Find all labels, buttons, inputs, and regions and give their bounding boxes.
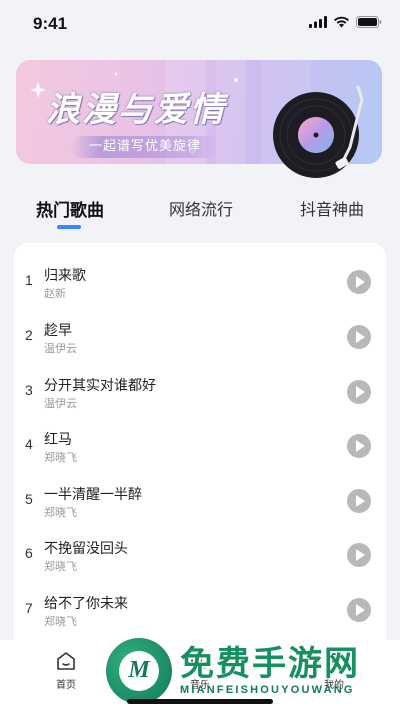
wifi-icon [334,16,349,28]
status-bar: 9:41 [0,0,400,48]
play-icon[interactable] [347,489,371,513]
song-artist: 郑晓飞 [44,560,77,573]
tab-online-trending[interactable]: 网络流行 [169,196,233,220]
song-item[interactable]: 5 一半清醒一半醉 郑晓飞 [14,470,386,524]
play-icon[interactable] [347,380,371,404]
status-time: 9:41 [33,14,68,33]
song-artist: 温伊云 [44,397,77,410]
play-icon[interactable] [347,434,371,458]
home-indicator [127,699,273,704]
song-number: 1 [25,272,33,288]
tab-douyin-hits[interactable]: 抖音神曲 [300,196,364,220]
song-number: 3 [25,382,33,398]
song-title: 分开其实对谁都好 [44,378,156,394]
nav-home-label: 首页 [56,680,76,691]
song-title: 趁早 [44,323,72,339]
home-icon [57,652,75,670]
song-title: 不挽留没回头 [44,541,128,557]
battery-icon [356,16,382,28]
song-item[interactable]: 3 分开其实对谁都好 温伊云 [14,361,386,415]
signal-icon [309,16,327,28]
song-artist: 温伊云 [44,342,77,355]
watermark-logo: M [106,638,172,704]
watermark-logo-letter: M [128,657,150,683]
song-item[interactable]: 4 红马 郑晓飞 [14,415,386,469]
song-title: 给不了你未来 [44,596,128,612]
song-number: 7 [25,600,33,616]
banner-subtitle: 一起谱写优美旋律 [71,136,220,158]
nav-home[interactable]: 首页 [36,650,96,691]
tab-hot-songs[interactable]: 热门歌曲 [36,196,104,221]
song-item[interactable]: 1 归来歌 赵新 [14,251,386,305]
watermark-title: 免费手游网 [180,644,360,684]
song-item[interactable]: 2 趁早 温伊云 [14,306,386,360]
song-title: 一半清醒一半醉 [44,487,142,503]
song-number: 5 [25,491,33,507]
song-artist: 郑晓飞 [44,615,77,628]
play-icon[interactable] [347,270,371,294]
song-artist: 赵新 [44,287,66,300]
watermark-subtitle: MIANFEISHOUYOUWANG [180,684,355,696]
play-icon[interactable] [347,543,371,567]
play-icon[interactable] [347,325,371,349]
song-item[interactable]: 6 不挽留没回头 郑晓飞 [14,524,386,578]
vinyl-record-icon [273,85,364,178]
song-list: 1 归来歌 赵新 2 趁早 温伊云 3 分开其实对谁都好 温伊云 4 红马 郑晓… [14,243,386,663]
song-title: 归来歌 [44,268,86,284]
active-tab-indicator [57,225,81,229]
status-icons [309,16,382,28]
play-icon[interactable] [347,598,371,622]
song-artist: 郑晓飞 [44,506,77,519]
banner-title: 浪漫与爱情 [46,90,226,130]
song-title: 红马 [44,432,72,448]
song-number: 2 [25,327,33,343]
song-number: 6 [25,545,33,561]
song-artist: 郑晓飞 [44,451,77,464]
song-item[interactable]: 7 给不了你未来 郑晓飞 [14,579,386,633]
song-number: 4 [25,436,33,452]
